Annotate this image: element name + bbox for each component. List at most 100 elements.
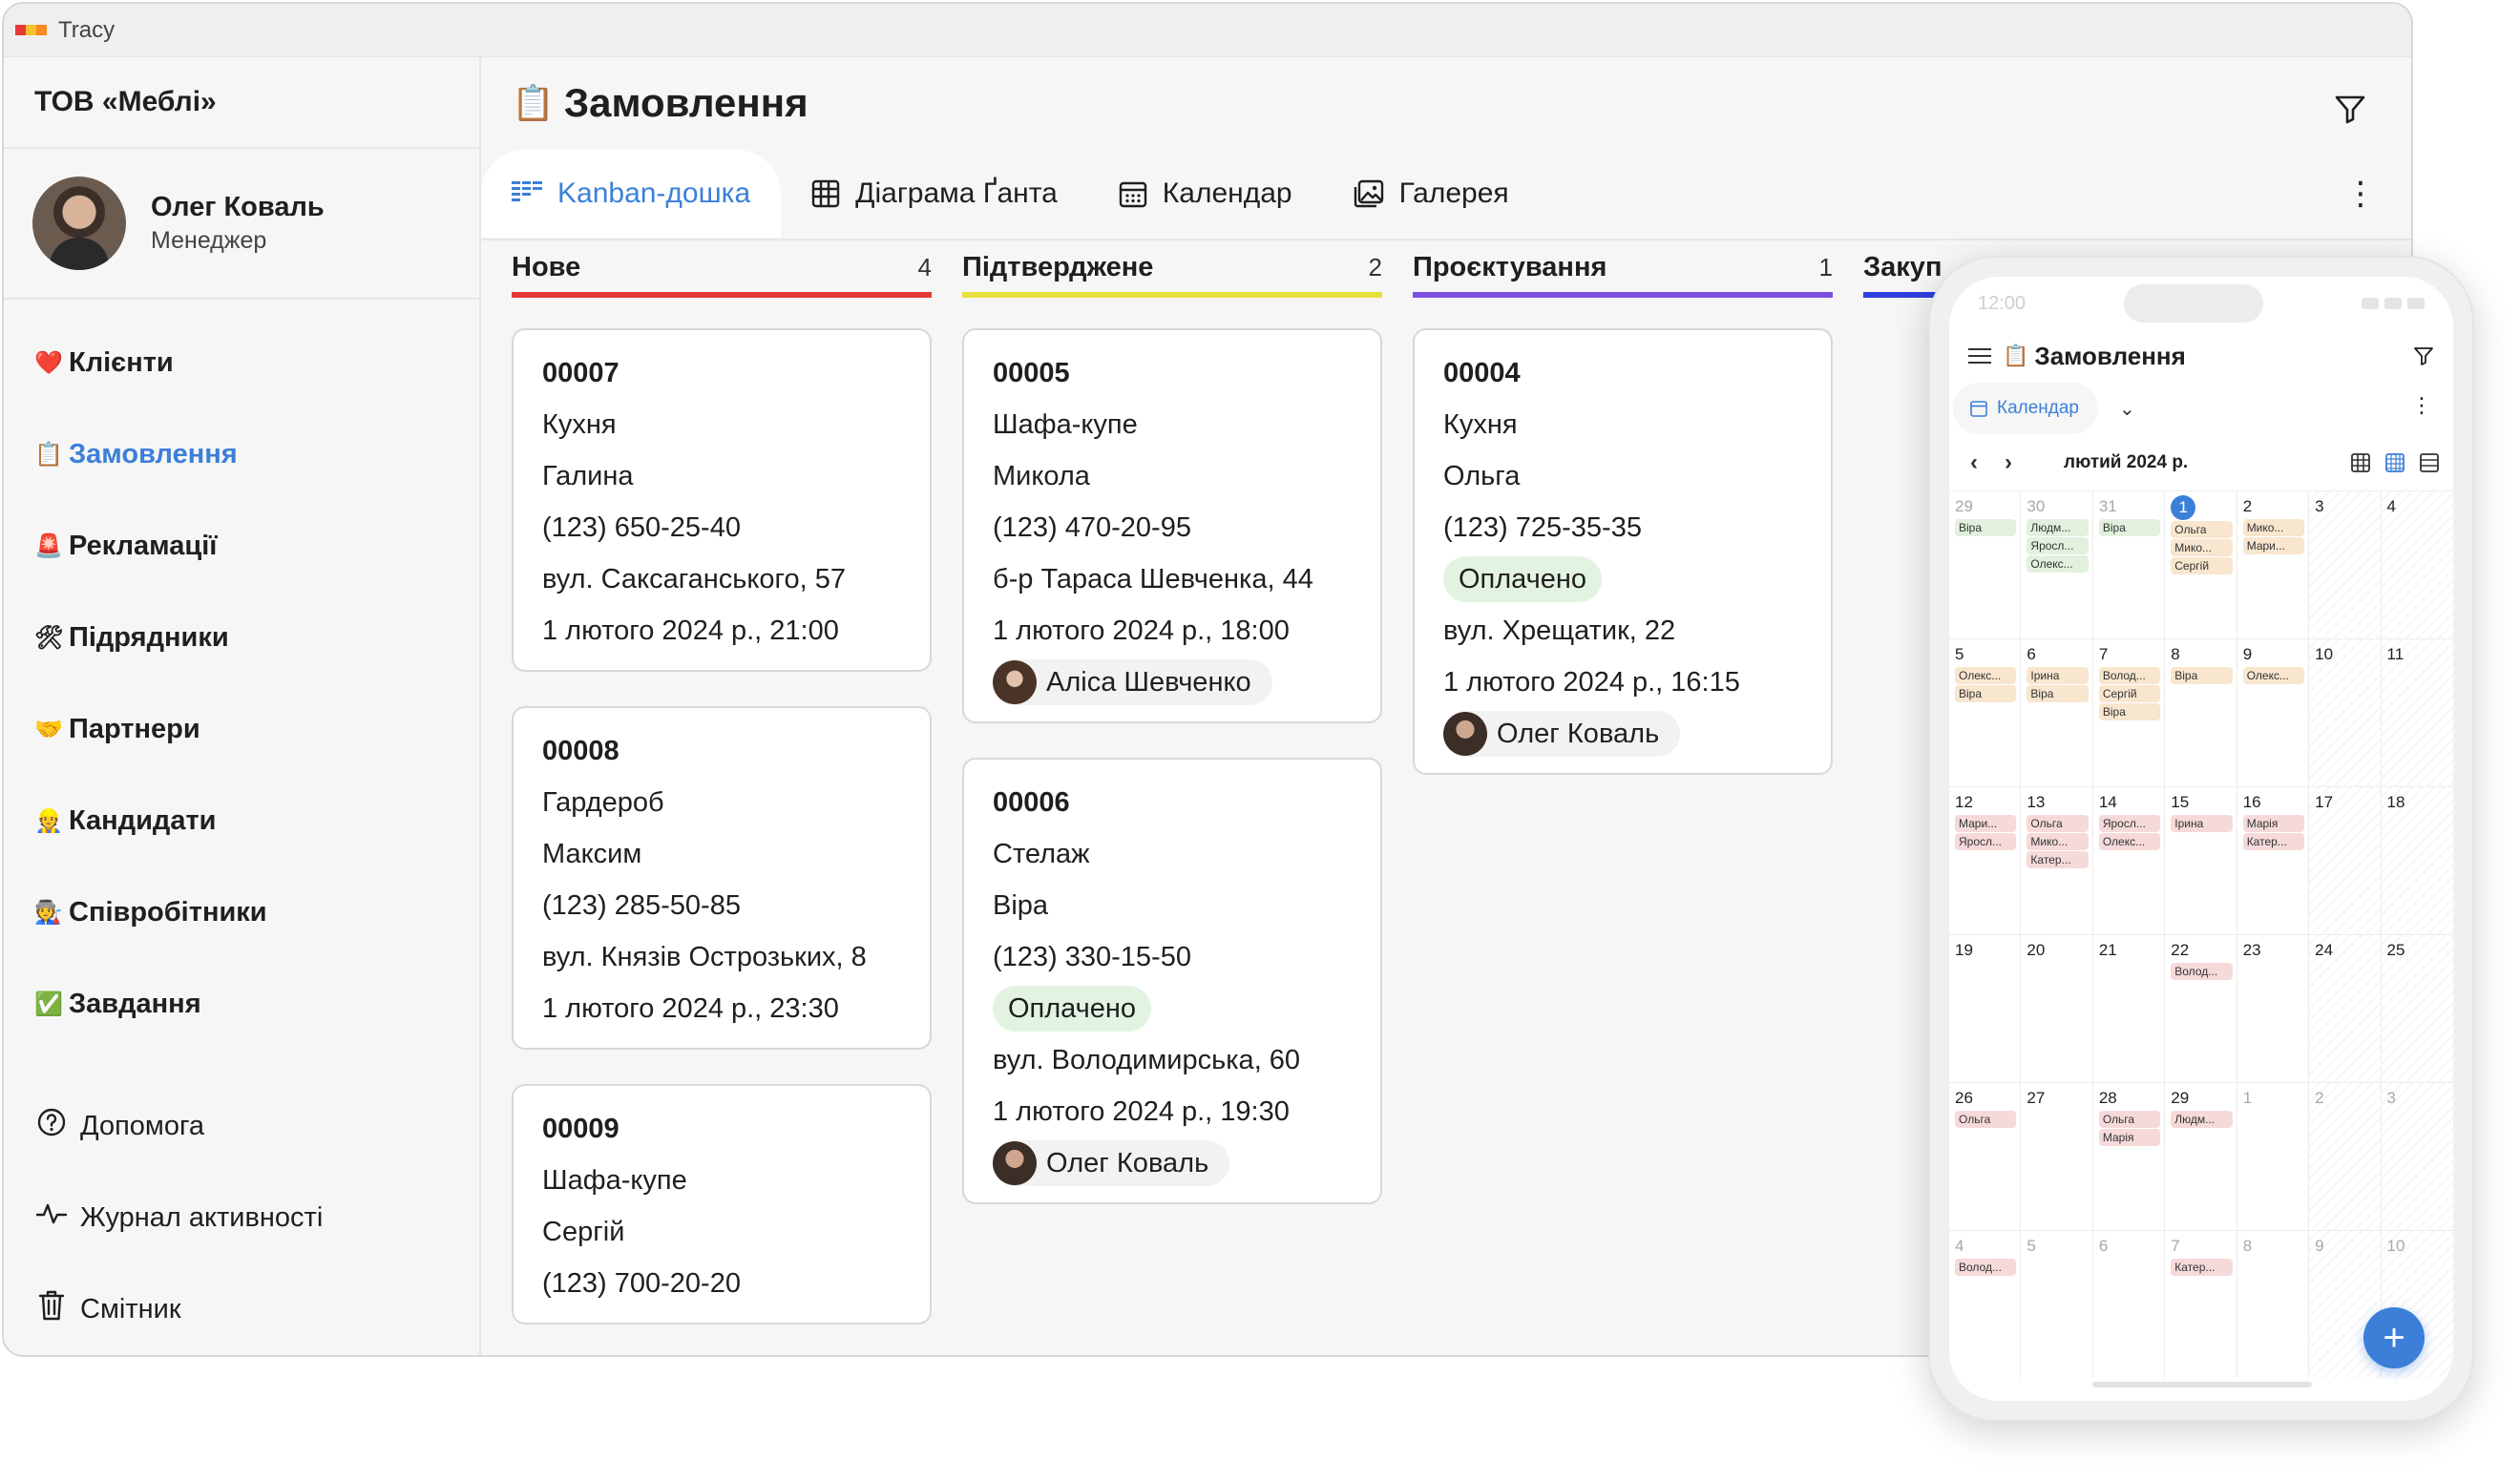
sidebar-item-trash[interactable]: Смітник (4, 1263, 479, 1355)
calendar-day-cell[interactable]: 1 Ольга Мико... Сергій (2165, 491, 2237, 638)
sidebar-item-activity-log[interactable]: Журнал активності (4, 1172, 479, 1263)
calendar-event[interactable]: Катер... (2026, 851, 2089, 868)
order-card[interactable]: 00005 Шафа-купе Микола (123) 470-20-95 б… (962, 328, 1382, 723)
calendar-event[interactable]: Волод... (1955, 1259, 2017, 1276)
calendar-day-cell[interactable]: 29 Людм... (2165, 1083, 2237, 1230)
order-card[interactable]: 00009 Шафа-купе Сергій (123) 700-20-20 (512, 1084, 932, 1325)
calendar-event[interactable]: Віра (2026, 685, 2089, 702)
calendar-day-cell[interactable]: 4 (2381, 491, 2453, 638)
calendar-event[interactable]: Мари... (1955, 815, 2017, 832)
calendar-event[interactable]: Віра (2098, 703, 2161, 720)
user-profile[interactable]: Олег Коваль Менеджер (4, 149, 479, 300)
company-name[interactable]: ТОВ «Меблі» (4, 57, 479, 149)
calendar-day-cell[interactable]: 12 Мари... Яросл... (1949, 787, 2022, 934)
calendar-event[interactable]: Марія (2098, 1129, 2161, 1146)
calendar-event[interactable]: Людм... (2026, 519, 2089, 536)
sidebar-item-partners[interactable]: 🤝 Партнери (4, 683, 479, 775)
sidebar-item-candidates[interactable]: 👷 Кандидати (4, 775, 479, 866)
calendar-day-cell[interactable]: 18 (2381, 787, 2453, 934)
calendar-event[interactable]: Волод... (2098, 667, 2161, 684)
tab-calendar[interactable]: Календар (1088, 150, 1323, 238)
calendar-event[interactable]: Яросл... (1955, 833, 2017, 850)
calendar-day-cell[interactable]: 8 Віра (2165, 639, 2237, 786)
add-order-button[interactable]: + (2363, 1307, 2425, 1368)
calendar-day-cell[interactable]: 27 (2021, 1083, 2093, 1230)
sidebar-item-employees[interactable]: 🧑‍🏭 Співробітники (4, 866, 479, 958)
calendar-event[interactable]: Олекс... (2098, 833, 2161, 850)
calendar-day-cell[interactable]: 4 Волод... (1949, 1231, 2022, 1378)
calendar-day-cell[interactable]: 6 Ірина Віра (2021, 639, 2093, 786)
calendar-day-cell[interactable]: 3 (2309, 491, 2382, 638)
calendar-day-cell[interactable]: 15 Ірина (2165, 787, 2237, 934)
tab-kanban[interactable]: Kanban-дошка (481, 150, 782, 238)
order-card[interactable]: 00008 Гардероб Максим (123) 285-50-85 ву… (512, 706, 932, 1050)
calendar-event[interactable]: Ольга (2171, 521, 2233, 538)
calendar-event[interactable]: Катер... (2171, 1259, 2233, 1276)
assignee-chip[interactable]: Аліса Шевченко (993, 659, 1272, 705)
calendar-day-cell[interactable]: 26 Ольга (1949, 1083, 2022, 1230)
assignee-chip[interactable]: Олег Коваль (1443, 711, 1681, 757)
calendar-event[interactable]: Віра (1955, 685, 2017, 702)
calendar-event[interactable]: Яросл... (2098, 815, 2161, 832)
calendar-event[interactable]: Олекс... (1955, 667, 2017, 684)
filter-icon[interactable] (2413, 345, 2434, 371)
calendar-day-cell[interactable]: 3 (2381, 1083, 2453, 1230)
chevron-right-icon[interactable]: › (2005, 449, 2039, 476)
calendar-day-cell[interactable]: 16 Марія Катер... (2237, 787, 2310, 934)
calendar-event[interactable]: Віра (2098, 519, 2161, 536)
calendar-day-cell[interactable]: 13 Ольга Мико... Катер... (2021, 787, 2093, 934)
list-view-icon[interactable] (2419, 452, 2440, 473)
calendar-day-cell[interactable]: 10 (2309, 639, 2382, 786)
calendar-day-cell[interactable]: 14 Яросл... Олекс... (2093, 787, 2166, 934)
calendar-day-cell[interactable]: 22 Волод... (2165, 935, 2237, 1082)
filter-button[interactable] (2331, 90, 2369, 128)
calendar-event[interactable]: Сергій (2171, 557, 2233, 574)
mobile-tab-calendar[interactable]: Календар (1953, 383, 2099, 434)
calendar-day-cell[interactable]: 24 (2309, 935, 2382, 1082)
calendar-day-cell[interactable]: 30 Людм... Яросл... Олекс... (2021, 491, 2093, 638)
calendar-day-cell[interactable]: 29 Віра (1949, 491, 2022, 638)
calendar-day-cell[interactable]: 8 (2237, 1231, 2310, 1378)
calendar-event[interactable]: Олекс... (2242, 667, 2305, 684)
calendar-event[interactable]: Олекс... (2026, 555, 2089, 573)
calendar-event[interactable]: Яросл... (2026, 537, 2089, 554)
calendar-day-cell[interactable]: 23 (2237, 935, 2310, 1082)
order-card[interactable]: 00007 Кухня Галина (123) 650-25-40 вул. … (512, 328, 932, 672)
calendar-day-cell[interactable]: 2 (2309, 1083, 2382, 1230)
calendar-event[interactable]: Ольга (2098, 1111, 2161, 1128)
calendar-event[interactable]: Ірина (2171, 815, 2233, 832)
assignee-chip[interactable]: Олег Коваль (993, 1140, 1230, 1186)
calendar-event[interactable]: Сергій (2098, 685, 2161, 702)
calendar-event[interactable]: Віра (1955, 519, 2017, 536)
calendar-event[interactable]: Віра (2171, 667, 2233, 684)
calendar-event[interactable]: Марія (2242, 815, 2305, 832)
calendar-day-cell[interactable]: 20 (2021, 935, 2093, 1082)
calendar-day-cell[interactable]: 5 Олекс... Віра (1949, 639, 2022, 786)
calendar-day-cell[interactable]: 21 (2093, 935, 2166, 1082)
calendar-event[interactable]: Ольга (1955, 1111, 2017, 1128)
calendar-day-cell[interactable]: 11 (2381, 639, 2453, 786)
hamburger-menu-icon[interactable] (1968, 344, 1991, 368)
calendar-event[interactable]: Людм... (2171, 1111, 2233, 1128)
sidebar-item-orders[interactable]: 📋 Замовлення (4, 408, 479, 500)
calendar-event[interactable]: Мико... (2242, 519, 2305, 536)
more-options-icon[interactable]: ⋮ (2411, 393, 2432, 418)
calendar-day-cell[interactable]: 5 (2021, 1231, 2093, 1378)
calendar-event[interactable]: Катер... (2242, 833, 2305, 850)
sidebar-item-clients[interactable]: ❤️ Клієнти (4, 317, 479, 408)
calendar-event[interactable]: Мико... (2026, 833, 2089, 850)
order-card[interactable]: 00006 Стелаж Віра (123) 330-15-50 Оплаче… (962, 758, 1382, 1204)
sidebar-item-tasks[interactable]: ✅ Завдання (4, 958, 479, 1050)
calendar-day-cell[interactable]: 31 Віра (2093, 491, 2166, 638)
more-options-icon[interactable]: ⋮ (2344, 177, 2377, 210)
order-card[interactable]: 00004 Кухня Ольга (123) 725-35-35 Оплаче… (1413, 328, 1833, 775)
sidebar-item-contractors[interactable]: 🛠 Підрядники (4, 592, 479, 683)
sidebar-item-complaints[interactable]: 🚨 Рекламації (4, 500, 479, 592)
sidebar-item-help[interactable]: Допомога (4, 1080, 479, 1172)
calendar-day-cell[interactable]: 1 (2237, 1083, 2310, 1230)
calendar-day-cell[interactable]: 6 (2093, 1231, 2166, 1378)
calendar-event[interactable]: Ірина (2026, 667, 2089, 684)
tab-gallery[interactable]: Галерея (1323, 150, 1540, 238)
chevron-left-icon[interactable]: ‹ (1970, 449, 2005, 476)
calendar-event[interactable]: Мари... (2242, 537, 2305, 554)
